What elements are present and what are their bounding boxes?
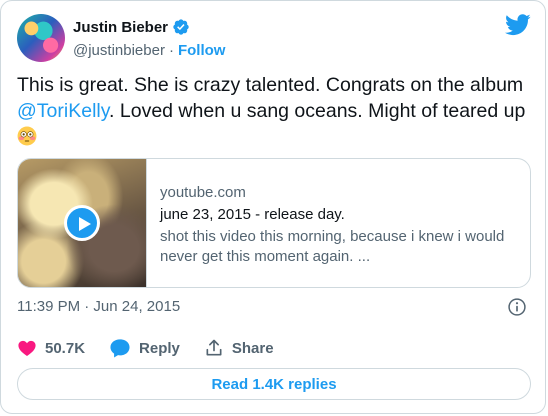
- tweet-text-part-2: . Loved when u sang oceans. Might of tea…: [109, 100, 526, 122]
- reply-button[interactable]: Reply: [109, 338, 180, 358]
- separator-dot: ·: [168, 41, 174, 59]
- heart-icon: [18, 340, 36, 356]
- tweet-text-part-1: This is great. She is crazy talented. Co…: [17, 74, 524, 96]
- info-icon[interactable]: [507, 297, 527, 317]
- link-title: june 23, 2015 - release day.: [160, 206, 345, 223]
- read-replies-button[interactable]: Read 1.4K replies: [17, 368, 531, 400]
- share-button[interactable]: Share: [204, 338, 274, 358]
- video-thumbnail[interactable]: [18, 159, 147, 287]
- author-display-name[interactable]: Justin Bieber: [73, 19, 168, 36]
- twitter-logo-icon[interactable]: [505, 14, 531, 36]
- link-description: shot this video this morning, because i …: [160, 228, 505, 265]
- tweet-header: Justin Bieber @justinbieber · Follow: [17, 14, 533, 62]
- tweet-text: This is great. She is crazy talented. Co…: [17, 72, 533, 150]
- share-icon: [206, 339, 222, 356]
- share-label: Share: [231, 339, 274, 357]
- flushed-face-emoji-icon: [17, 126, 37, 146]
- author-block: Justin Bieber @justinbieber · Follow: [73, 16, 225, 60]
- handle-row: @justinbieber · Follow: [73, 40, 225, 60]
- like-count: 50.7K: [45, 339, 86, 357]
- verified-badge-icon: [173, 19, 189, 35]
- reply-bubble-icon: [110, 339, 130, 358]
- tweet-card: Justin Bieber @justinbieber · Follow Thi…: [0, 0, 546, 414]
- play-icon[interactable]: [64, 205, 100, 241]
- like-button[interactable]: 50.7K: [17, 338, 85, 358]
- author-handle[interactable]: @justinbieber: [73, 42, 165, 59]
- name-row: Justin Bieber: [73, 16, 225, 38]
- reply-label: Reply: [139, 339, 180, 357]
- link-preview-text: youtube.com june 23, 2015 - release day.…: [160, 183, 520, 267]
- action-bar: 50.7K Reply Share: [17, 337, 298, 359]
- link-domain: youtube.com: [160, 184, 246, 201]
- link-preview-card[interactable]: youtube.com june 23, 2015 - release day.…: [17, 158, 531, 288]
- mention-link[interactable]: @ToriKelly: [17, 100, 109, 122]
- avatar[interactable]: [17, 14, 65, 62]
- follow-button[interactable]: Follow: [178, 42, 226, 59]
- tweet-timestamp[interactable]: 11:39 PM · Jun 24, 2015: [17, 298, 180, 315]
